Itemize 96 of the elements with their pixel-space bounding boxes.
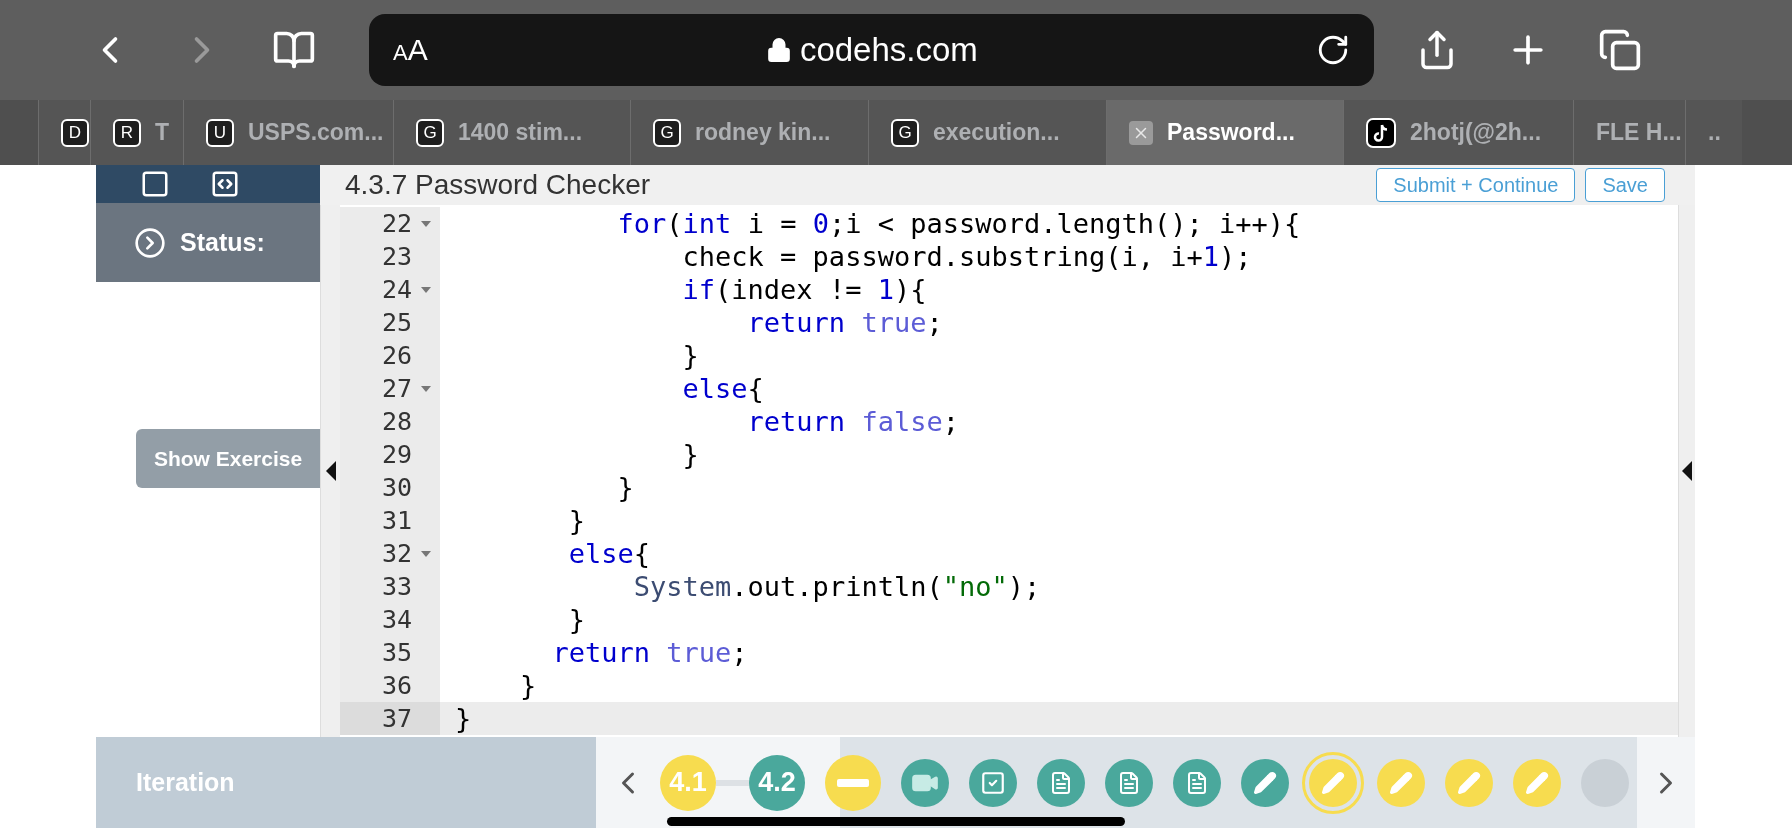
reload-icon[interactable] (1316, 33, 1350, 67)
activity-circle[interactable] (1105, 758, 1153, 807)
code-text: } (681, 438, 699, 471)
line-number: 23 (381, 242, 412, 271)
tab-title: T (155, 119, 170, 146)
pencil-icon (1525, 770, 1549, 795)
fold-arrow-icon[interactable] (421, 551, 431, 557)
browser-tab[interactable]: Password... (1106, 100, 1343, 165)
url-text: codehs.com (799, 31, 978, 69)
line-number: 36 (381, 671, 412, 700)
browser-tab[interactable]: U USPS.com... (183, 100, 393, 165)
tabs-overview-button[interactable] (1598, 28, 1642, 72)
site-icon: R (113, 118, 141, 147)
browser-tab[interactable]: D (38, 100, 90, 165)
tabs-icon (1598, 28, 1642, 72)
line-number: 33 (381, 572, 412, 601)
text-size-button[interactable]: AA (393, 33, 428, 67)
tab-title: execution... (933, 119, 1060, 146)
code-text: System.out.println("no"); (632, 570, 1041, 603)
code-text: return false; (746, 405, 959, 438)
tab-title: .. (1708, 119, 1721, 146)
square-icon[interactable] (140, 169, 170, 199)
browser-tab[interactable]: G rodney kin... (630, 100, 868, 165)
line-number: 22 (381, 209, 412, 238)
site-icon: D (61, 118, 89, 147)
code-text: return true; (551, 636, 748, 669)
pencil-icon (1253, 770, 1277, 795)
activity-circle[interactable] (1173, 758, 1221, 807)
line-number: 29 (381, 440, 412, 469)
lesson-title: Iteration (136, 768, 235, 797)
code-text: } (681, 339, 699, 372)
activity-circle[interactable] (1037, 758, 1085, 807)
line-number: 30 (381, 473, 412, 502)
code-text: } (567, 603, 586, 636)
fold-arrow-icon[interactable] (421, 386, 431, 392)
site-icon: G (653, 118, 681, 147)
activity-circle[interactable] (969, 758, 1017, 807)
code-text: } (519, 669, 537, 702)
pencil-icon (1321, 770, 1345, 795)
exercise-title: 4.3.7 Password Checker (345, 169, 652, 201)
code-text: check = password.substring(i, i+1); (681, 240, 1252, 273)
line-number: 28 (381, 407, 412, 436)
checkbox-icon (980, 769, 1006, 796)
code-text: if(index != 1){ (681, 273, 927, 306)
site-icon: U (206, 118, 234, 147)
line-number: 27 (381, 374, 412, 403)
line-number: 34 (381, 605, 412, 634)
browser-tab[interactable]: G 1400 stim... (393, 100, 630, 165)
code-text: else{ (567, 537, 651, 570)
tab-title: rodney kin... (695, 119, 831, 146)
lock-icon (765, 37, 792, 63)
code-text: for(int i = 0;i < password.length(); i++){ (616, 207, 1301, 240)
line-number: 32 (381, 539, 412, 568)
status-label: Status: (180, 228, 265, 257)
minus-icon (837, 778, 869, 787)
activity-circle[interactable]: 4.2 (749, 754, 805, 811)
line-number: 37 (381, 704, 412, 733)
browser-tab[interactable]: G execution... (868, 100, 1106, 165)
line-number: 24 (381, 275, 412, 304)
line-number: 25 (381, 308, 412, 337)
music-note-logo-icon (1366, 117, 1396, 148)
browser-tab[interactable]: FLE H... (1573, 100, 1685, 165)
code-icon[interactable] (210, 169, 240, 199)
save-button[interactable]: Save (1585, 168, 1665, 202)
code-text: return true; (746, 306, 943, 339)
browser-tab[interactable]: R T (90, 100, 183, 165)
code-text: } (454, 702, 472, 735)
line-number: 26 (381, 341, 412, 370)
fold-arrow-icon[interactable] (421, 221, 431, 227)
code-text: } (567, 504, 586, 537)
tab-title: 2hotj(@2h... (1410, 119, 1542, 146)
submit-button[interactable]: Submit + Continue (1376, 168, 1576, 202)
pencil-icon (1457, 770, 1481, 795)
address-bar[interactable]: AA codehs.com (369, 14, 1374, 86)
pencil-icon (1389, 770, 1413, 795)
site-icon: G (416, 118, 444, 147)
document-icon (1117, 770, 1141, 795)
tab-title: FLE H... (1596, 119, 1682, 146)
site-icon: G (891, 118, 919, 147)
chevron-circle-icon[interactable] (134, 226, 166, 259)
line-number: 35 (381, 638, 412, 667)
code-text: } (616, 471, 634, 504)
code-text: else{ (681, 372, 764, 405)
close-icon[interactable] (1129, 120, 1153, 145)
activity-circle[interactable] (901, 758, 949, 807)
tab-title: USPS.com... (248, 119, 384, 146)
browser-tab[interactable]: .. (1685, 100, 1742, 165)
fold-arrow-icon[interactable] (421, 287, 431, 293)
tab-title: 1400 stim... (458, 119, 583, 146)
tab-title: Password... (1167, 119, 1295, 146)
document-icon (1049, 770, 1073, 795)
document-icon (1185, 770, 1209, 795)
show-exercise-button[interactable]: Show Exercise (136, 429, 320, 488)
activity-circle[interactable] (1241, 758, 1289, 807)
browser-tab[interactable]: 2hotj(@2h... (1343, 100, 1573, 165)
line-number: 31 (381, 506, 412, 535)
